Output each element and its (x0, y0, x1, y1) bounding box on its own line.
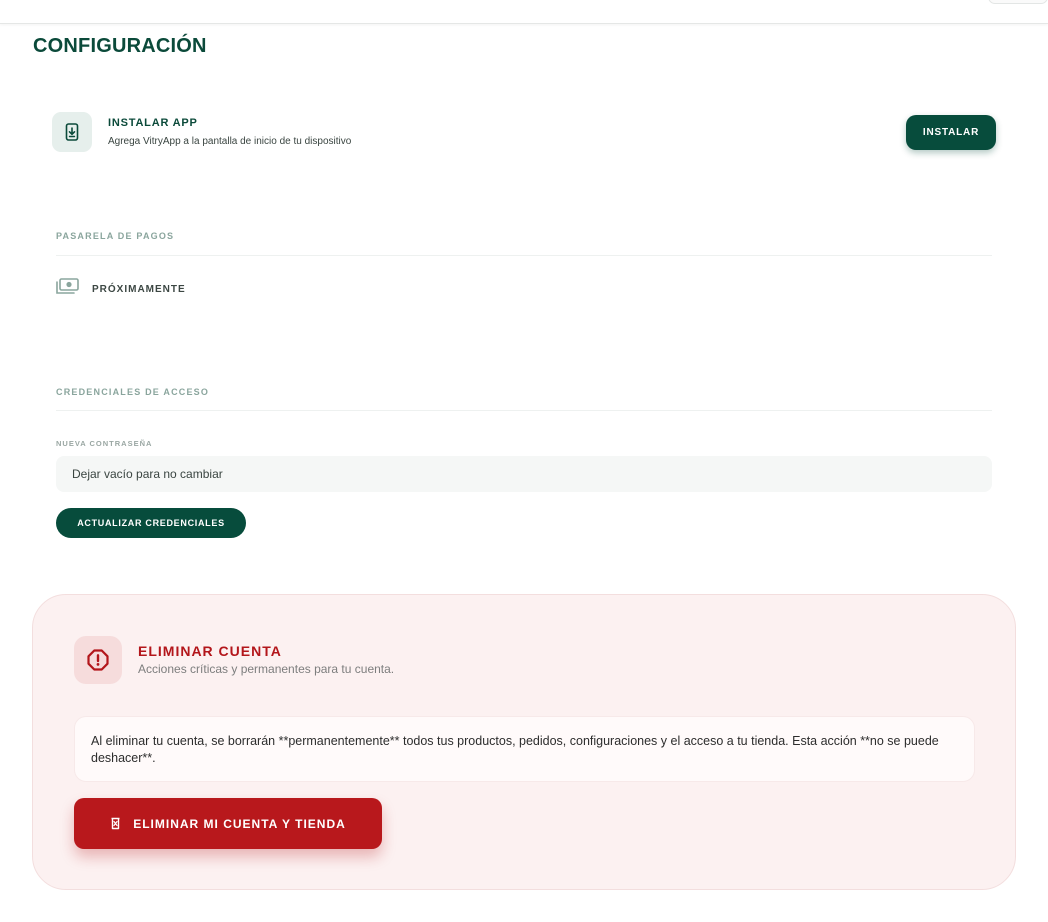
payments-status-label: PRÓXIMAMENTE (92, 283, 186, 295)
delete-account-title: ELIMINAR CUENTA (138, 643, 282, 659)
phone-download-icon (52, 112, 92, 152)
new-password-input[interactable] (56, 456, 992, 492)
install-app-description: Agrega VitryApp a la pantalla de inicio … (108, 136, 352, 147)
update-credentials-button[interactable]: ACTUALIZAR CREDENCIALES (56, 508, 246, 538)
top-bar-control[interactable] (988, 0, 1048, 4)
trash-icon (110, 817, 121, 830)
delete-warning-text: Al eliminar tu cuenta, se borrarán **per… (74, 716, 975, 782)
install-button[interactable]: INSTALAR (906, 115, 996, 150)
delete-account-button[interactable]: ELIMINAR MI CUENTA Y TIENDA (74, 798, 382, 849)
payments-status-row: PRÓXIMAMENTE (56, 278, 186, 300)
payments-section-label: PASARELA DE PAGOS (56, 231, 175, 241)
alert-octagon-icon (74, 636, 122, 684)
delete-account-subtitle: Acciones críticas y permanentes para tu … (138, 662, 395, 676)
payments-divider (56, 255, 992, 256)
delete-account-button-label: ELIMINAR MI CUENTA Y TIENDA (133, 816, 346, 831)
install-app-title: INSTALAR APP (108, 117, 198, 129)
install-app-row: INSTALAR APP Agrega VitryApp a la pantal… (52, 112, 996, 152)
top-bar (0, 0, 1048, 24)
new-password-label: NUEVA CONTRASEÑA (56, 439, 153, 448)
money-icon (56, 278, 79, 300)
delete-account-card: ELIMINAR CUENTA Acciones críticas y perm… (32, 594, 1016, 890)
credentials-divider (56, 410, 992, 411)
page-title: CONFIGURACIÓN (33, 35, 207, 57)
credentials-section-label: CREDENCIALES DE ACCESO (56, 387, 210, 397)
